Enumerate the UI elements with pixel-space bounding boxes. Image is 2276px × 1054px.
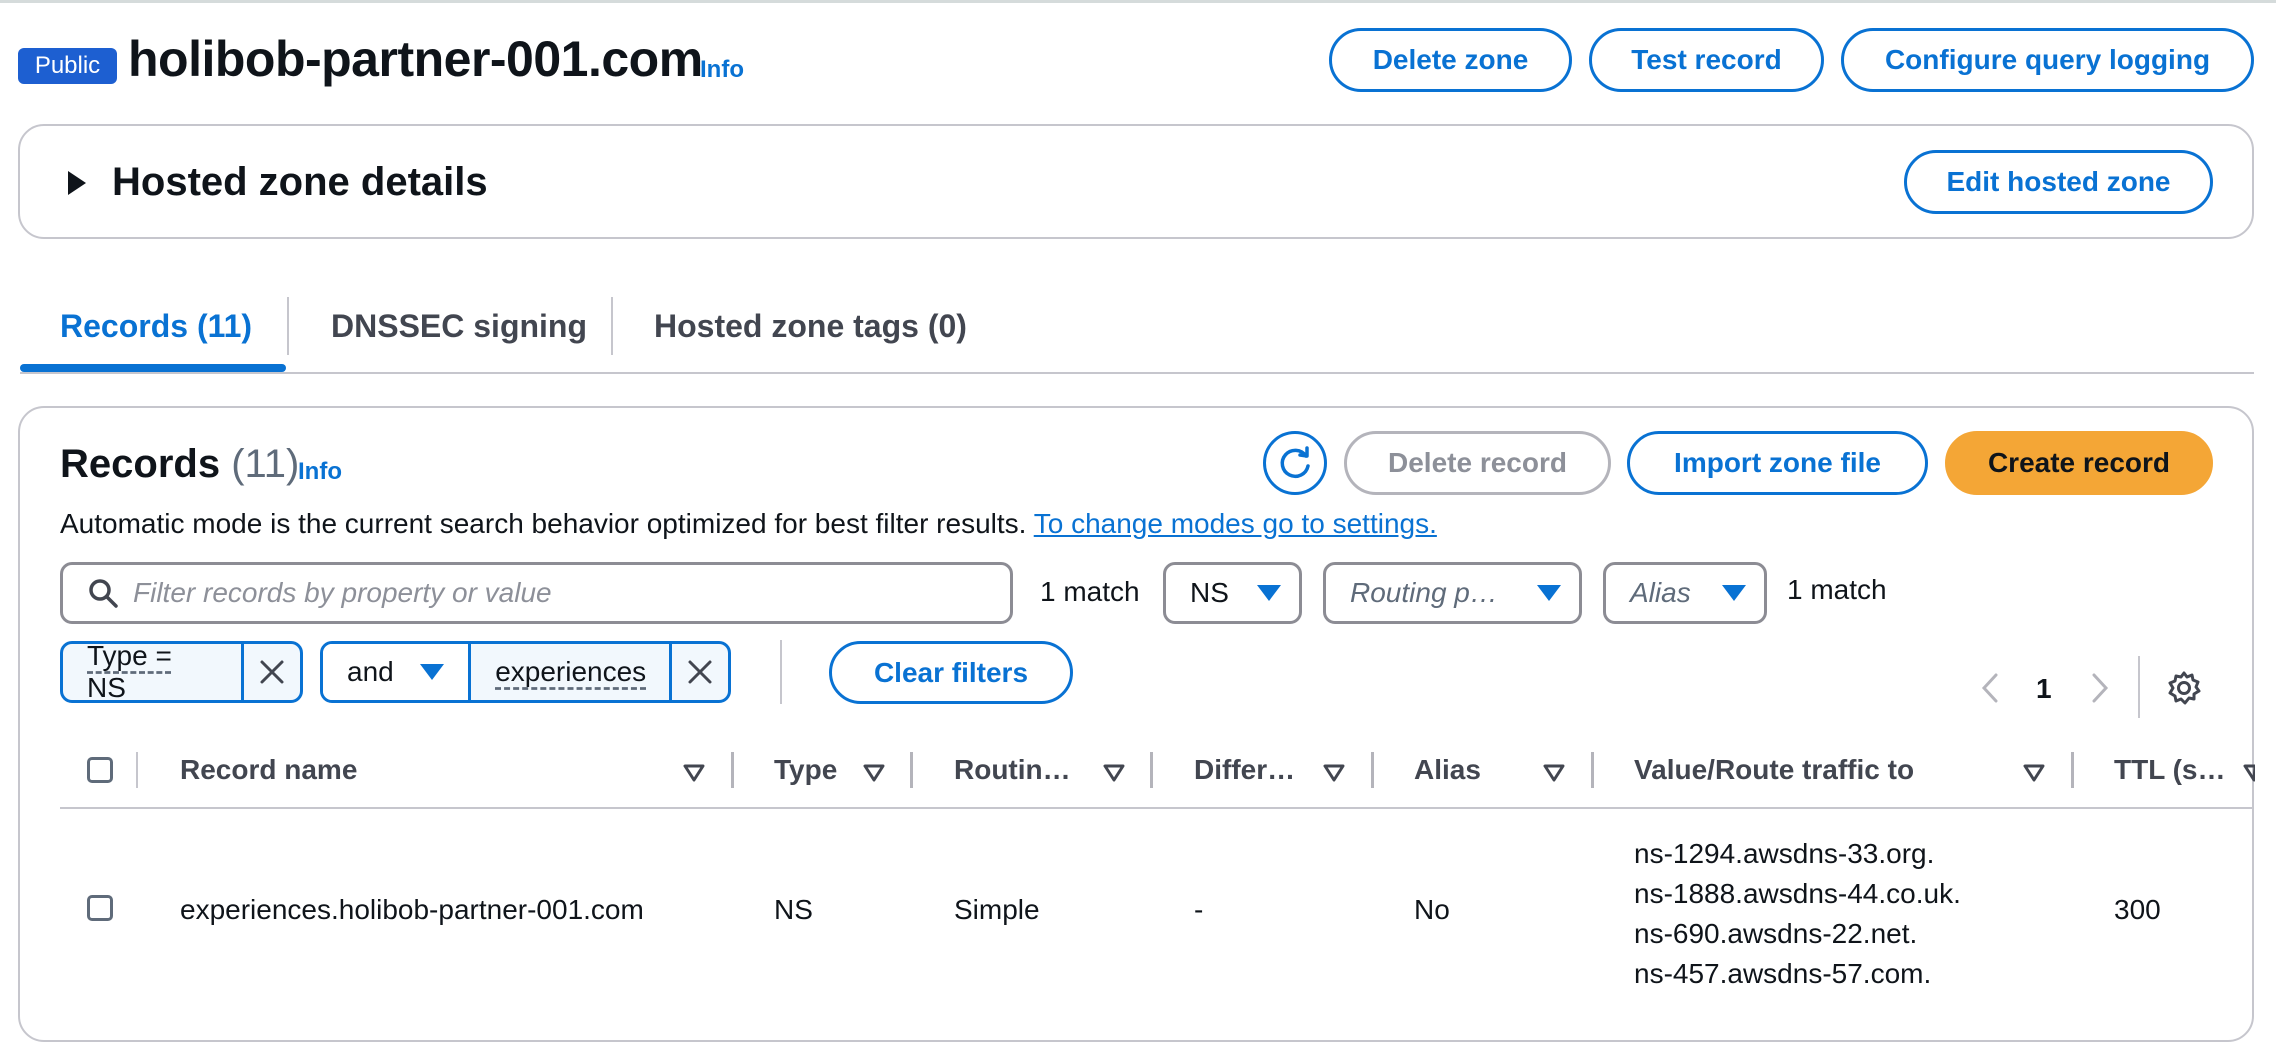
row-checkbox[interactable] <box>87 895 113 921</box>
alias-cell: No <box>1414 894 1450 925</box>
value-line: ns-1294.awsdns-33.org. <box>1634 838 1935 869</box>
column-separator[interactable] <box>731 752 734 788</box>
column-header-record-name[interactable]: Record name <box>180 754 357 786</box>
import-zone-file-button[interactable]: Import zone file <box>1627 431 1928 495</box>
page-number[interactable]: 1 <box>2036 673 2052 705</box>
type-select[interactable]: NS <box>1163 562 1302 624</box>
filter-token-label: experiences <box>468 644 669 700</box>
remove-filter-button[interactable] <box>669 644 728 700</box>
type-select-value: NS <box>1190 577 1229 608</box>
hosted-zone-details-panel: Hosted zone details Edit hosted zone <box>18 124 2254 239</box>
sort-icon[interactable] <box>2243 764 2255 782</box>
sort-icon[interactable] <box>1103 764 1125 782</box>
type-cell: NS <box>774 894 813 925</box>
value-line: ns-1888.awsdns-44.co.uk. <box>1634 878 1961 909</box>
differentiator-cell: - <box>1194 894 1204 925</box>
caret-down-icon <box>420 664 445 680</box>
refresh-button[interactable] <box>1263 431 1327 495</box>
configure-query-logging-button[interactable]: Configure query logging <box>1841 28 2254 92</box>
page-title: holibob-partner-001.com <box>128 31 703 87</box>
table-header-divider <box>60 807 2252 809</box>
sort-icon[interactable] <box>683 764 705 782</box>
filter-divider <box>780 640 782 704</box>
records-info-link[interactable]: Info <box>298 458 342 486</box>
column-separator[interactable] <box>910 752 913 788</box>
records-count: (11) <box>231 442 300 486</box>
search-placeholder: Filter records by property or value <box>133 577 552 608</box>
caret-down-icon <box>1257 585 1281 601</box>
column-header-routing[interactable]: Routin… <box>954 754 1071 786</box>
search-icon <box>89 579 118 608</box>
remove-filter-button[interactable] <box>240 644 300 700</box>
tab-separator <box>611 297 613 355</box>
info-link[interactable]: Info <box>700 56 744 84</box>
column-separator[interactable] <box>1371 752 1374 788</box>
filter-token-group: and experiences <box>320 641 731 703</box>
top-border <box>0 0 2276 3</box>
tabs-divider <box>20 372 2254 374</box>
caret-down-icon <box>1537 585 1561 601</box>
clear-filters-button[interactable]: Clear filters <box>829 641 1073 704</box>
description-text: Automatic mode is the current search beh… <box>60 508 1027 539</box>
delete-record-button[interactable]: Delete record <box>1344 431 1611 495</box>
search-input[interactable]: Filter records by property or value <box>60 562 1013 624</box>
column-header-value[interactable]: Value/Route traffic to <box>1634 754 1914 786</box>
sort-icon[interactable] <box>1543 764 1565 782</box>
details-title[interactable]: Hosted zone details <box>112 160 488 205</box>
caret-down-icon <box>1722 585 1746 601</box>
sort-icon[interactable] <box>1323 764 1345 782</box>
value-cell: ns-1294.awsdns-33.org. ns-1888.awsdns-44… <box>1634 834 1961 994</box>
search-mode-description: Automatic mode is the current search beh… <box>60 508 1437 540</box>
column-header-alias[interactable]: Alias <box>1414 754 1481 786</box>
public-badge: Public <box>18 48 117 84</box>
caret-right-icon[interactable] <box>66 170 88 196</box>
tab-hosted-zone-tags[interactable]: Hosted zone tags (0) <box>654 308 967 345</box>
settings-gear-icon[interactable] <box>2166 670 2202 706</box>
match-count: 1 match <box>1040 576 1140 607</box>
records-title: Records <box>60 442 221 486</box>
column-separator <box>136 752 138 788</box>
tab-separator <box>287 297 289 355</box>
column-header-differentiator[interactable]: Differ… <box>1194 754 1295 786</box>
filter-token-label: Type = NS <box>87 641 172 703</box>
value-line: ns-690.awsdns-22.net. <box>1634 918 1918 949</box>
sort-icon[interactable] <box>863 764 885 782</box>
operator-value: and <box>347 656 394 687</box>
create-record-button[interactable]: Create record <box>1945 431 2213 495</box>
column-header-type[interactable]: Type <box>774 754 837 786</box>
column-separator[interactable] <box>1591 752 1594 788</box>
test-record-button[interactable]: Test record <box>1589 28 1824 92</box>
edit-hosted-zone-button[interactable]: Edit hosted zone <box>1904 150 2213 214</box>
active-tab-indicator <box>20 364 286 372</box>
match-count-secondary: 1 match <box>1787 574 1887 605</box>
routing-select-value: Routing p… <box>1350 577 1498 608</box>
pagination-divider <box>2138 656 2140 718</box>
alias-select[interactable]: Alias <box>1603 562 1767 624</box>
chevron-left-icon[interactable] <box>1980 673 2000 703</box>
column-separator[interactable] <box>1150 752 1153 788</box>
close-icon <box>260 660 284 684</box>
refresh-icon <box>1280 446 1310 479</box>
column-separator[interactable] <box>2071 752 2074 788</box>
select-all-checkbox[interactable] <box>87 757 113 783</box>
alias-select-value: Alias <box>1630 577 1691 608</box>
value-line: ns-457.awsdns-57.com. <box>1634 958 1932 989</box>
chevron-right-icon[interactable] <box>2090 673 2110 703</box>
sort-icon[interactable] <box>2023 764 2045 782</box>
settings-link[interactable]: To change modes go to settings. <box>1034 508 1437 539</box>
column-header-ttl[interactable]: TTL (s… <box>2114 754 2225 786</box>
operator-select[interactable]: and <box>323 644 469 700</box>
record-name-cell: experiences.holibob-partner-001.com <box>180 894 644 925</box>
close-icon <box>688 660 712 684</box>
tab-records[interactable]: Records (11) <box>60 308 252 345</box>
routing-cell: Simple <box>954 894 1040 925</box>
filter-token-type: Type = NS <box>60 641 303 703</box>
routing-policy-select[interactable]: Routing p… <box>1323 562 1582 624</box>
delete-zone-button[interactable]: Delete zone <box>1329 28 1572 92</box>
records-heading: Records (11) <box>60 442 299 487</box>
ttl-cell: 300 <box>2114 894 2161 925</box>
tab-dnssec-signing[interactable]: DNSSEC signing <box>331 308 587 345</box>
